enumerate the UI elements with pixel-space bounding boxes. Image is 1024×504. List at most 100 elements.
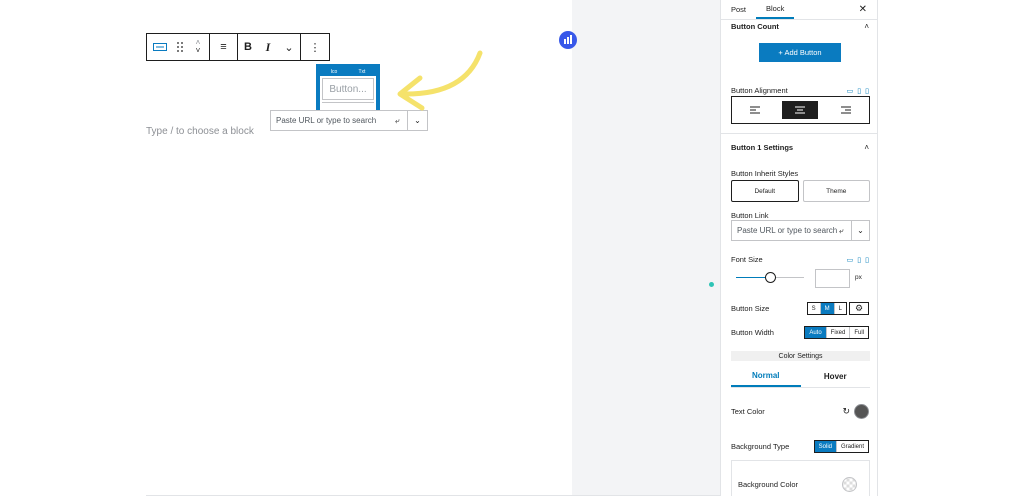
text-color-row: Text Color ↻ <box>721 404 877 419</box>
inherit-styles-control: Default Theme <box>731 180 870 202</box>
bg-solid-option[interactable]: Solid <box>814 441 837 452</box>
size-l-option[interactable]: L <box>835 303 846 314</box>
width-full-option[interactable]: Full <box>850 327 868 338</box>
color-settings-title: Color Settings <box>731 351 870 361</box>
field-label: Background Color <box>738 480 799 489</box>
enter-icon[interactable]: ⤶ <box>839 226 851 236</box>
enter-icon[interactable]: ⤶ <box>395 116 407 126</box>
toolbar-group-format: B I ⌄ <box>238 34 301 60</box>
field-label: Button Link <box>731 211 769 220</box>
divider <box>721 133 877 134</box>
inherit-default-button[interactable]: Default <box>731 180 799 202</box>
chevron-up-icon[interactable]: ˄ <box>864 22 869 31</box>
font-size-unit[interactable]: px <box>855 274 862 281</box>
link-url-input[interactable]: Paste URL or type to search <box>271 116 395 125</box>
drag-handle-icon[interactable] <box>173 34 187 60</box>
color-state-tabs: Normal Hover <box>731 366 870 388</box>
button-1-settings-header[interactable]: Button 1 Settings ˄ <box>721 143 877 152</box>
tab-normal[interactable]: Normal <box>731 366 801 387</box>
background-color-row: Background Color <box>728 477 867 492</box>
button-alignment-row: Button Alignment ▭ ▯ ▯ <box>721 86 877 95</box>
button-block[interactable]: Ico Txt Button... <box>316 64 380 116</box>
field-label: Button Inherit Styles <box>731 169 799 178</box>
sidebar-tabs: Post Block ✕ <box>721 0 877 20</box>
mobile-icon[interactable]: ▯ <box>865 256 869 264</box>
field-label: Button Alignment <box>731 86 788 95</box>
size-segmented: S M L <box>806 302 847 315</box>
toolbar-group-block: ˄ ˅ <box>147 34 210 60</box>
field-label: Font Size <box>731 255 763 264</box>
chevron-up-icon[interactable]: ˄ <box>864 143 869 152</box>
block-placeholder[interactable]: Type / to choose a block <box>146 126 254 137</box>
width-segmented: Auto Fixed Full <box>804 326 869 339</box>
settings-sidebar: Post Block ✕ Button Count ˄ + Add Button… <box>720 0 878 496</box>
background-color-swatch[interactable] <box>842 477 857 492</box>
button-width-row: Button Width Auto Fixed Full <box>721 326 877 339</box>
tab-block[interactable]: Block <box>756 0 795 19</box>
bold-button[interactable]: B <box>238 34 258 60</box>
add-button-button[interactable]: + Add Button <box>759 43 841 62</box>
button-size-row: Button Size S M L ⚙ <box>721 302 877 315</box>
section-title: Button Count <box>731 22 779 31</box>
annotation-arrow-icon <box>397 50 483 111</box>
button-count-header[interactable]: Button Count ˄ <box>721 22 877 31</box>
align-right-icon[interactable] <box>828 101 864 119</box>
field-label: Button Size <box>731 304 770 313</box>
width-fixed-option[interactable]: Fixed <box>827 327 851 338</box>
field-label: Text Color <box>731 407 765 416</box>
text-color-controls: ↻ <box>842 404 869 419</box>
background-color-panel: Background Color <box>731 460 870 496</box>
italic-button[interactable]: I <box>258 34 278 60</box>
bg-gradient-option[interactable]: Gradient <box>837 441 868 452</box>
chevron-down-icon[interactable]: ˅ <box>196 47 201 55</box>
reset-icon[interactable]: ↻ <box>842 406 850 417</box>
align-center-icon[interactable] <box>782 101 819 119</box>
more-options-icon[interactable]: ⋮ <box>301 34 329 60</box>
text-color-swatch[interactable] <box>854 404 869 419</box>
mobile-icon[interactable]: ▯ <box>865 87 869 95</box>
resize-handle[interactable] <box>709 282 714 287</box>
close-icon[interactable]: ✕ <box>859 4 867 15</box>
section-title: Button 1 Settings <box>731 143 794 152</box>
inherit-theme-button[interactable]: Theme <box>802 180 870 202</box>
button-block-divider <box>322 102 374 103</box>
responsive-icons: ▭ ▯ ▯ <box>847 256 869 264</box>
desktop-icon[interactable]: ▭ <box>847 87 854 95</box>
field-label: Background Type <box>731 442 790 451</box>
tablet-icon[interactable]: ▯ <box>857 256 861 264</box>
more-formats-chevron-icon[interactable]: ⌄ <box>278 34 300 60</box>
move-up-down-icon[interactable]: ˄ ˅ <box>187 34 209 60</box>
mini-tab-ico[interactable]: Ico <box>331 69 338 75</box>
field-label: Button Width <box>731 328 774 337</box>
mini-tab-txt[interactable]: Txt <box>358 69 365 75</box>
size-m-option[interactable]: M <box>820 303 835 314</box>
width-auto-option[interactable]: Auto <box>805 327 827 338</box>
tab-hover[interactable]: Hover <box>801 366 871 387</box>
font-size-slider-thumb[interactable] <box>765 272 776 283</box>
background-type-segmented: Solid Gradient <box>813 440 869 453</box>
button-link-input[interactable]: Paste URL or type to search <box>732 226 839 235</box>
plugin-logo-icon[interactable] <box>559 31 577 49</box>
canvas-background-right <box>572 0 720 496</box>
tablet-icon[interactable]: ▯ <box>857 87 861 95</box>
button-text-input[interactable]: Button... <box>322 78 374 100</box>
tab-post[interactable]: Post <box>721 0 756 19</box>
link-dropdown-chevron-icon[interactable]: ⌄ <box>851 221 869 240</box>
block-toolbar: ˄ ˅ ≡ B I ⌄ ⋮ <box>146 33 330 61</box>
align-center-icon[interactable]: ≡ <box>210 34 237 60</box>
background-type-row: Background Type Solid Gradient <box>721 440 877 453</box>
alignment-control <box>731 96 870 124</box>
align-left-icon[interactable] <box>737 101 773 119</box>
button-block-icon[interactable] <box>147 34 173 60</box>
toolbar-group-options: ⋮ <box>301 34 329 60</box>
button-link-field: Paste URL or type to search ⤶ ⌄ <box>731 220 870 241</box>
font-size-input[interactable] <box>815 269 850 288</box>
responsive-icons: ▭ ▯ ▯ <box>847 87 869 95</box>
size-s-option[interactable]: S <box>808 303 821 314</box>
gear-icon[interactable]: ⚙ <box>849 302 869 315</box>
font-size-row: Font Size ▭ ▯ ▯ <box>721 255 877 264</box>
desktop-icon[interactable]: ▭ <box>847 256 854 264</box>
toolbar-group-align: ≡ <box>210 34 238 60</box>
button-block-mini-tabs: Ico Txt <box>320 68 376 76</box>
button-size-control: S M L ⚙ <box>806 302 869 315</box>
